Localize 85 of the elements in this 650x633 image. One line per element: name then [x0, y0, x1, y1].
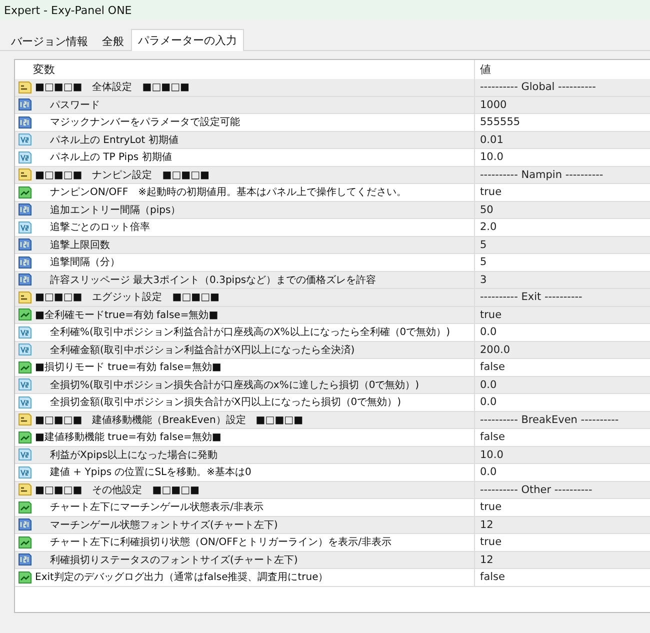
parameter-name: 全損切金額(取引中ポジション損失合計がX円以上になったら損切（0で無効）): [50, 396, 402, 410]
parameter-value[interactable]: true: [474, 499, 650, 516]
parameter-name: パネル上の TP Pips 初期値: [50, 150, 172, 164]
window-title: Expert - Exy-Panel ONE: [4, 4, 132, 16]
boolean-type-icon: [18, 570, 32, 584]
decimal-type-icon: [18, 396, 32, 409]
tab[interactable]: パラメーターの入力: [131, 29, 244, 51]
string-type-icon: [18, 168, 32, 182]
parameter-name: 利益がXpips以上になった場合に発動: [50, 448, 218, 462]
parameter-name: ■□■□■ その他設定 ■□■□■: [35, 484, 200, 497]
parameter-value[interactable]: 3: [474, 272, 650, 288]
parameter-value[interactable]: ---------- BreakEven ----------: [474, 412, 650, 428]
parameter-name: 建値 + Ypips の位置にSLを移動。※基本は0: [50, 466, 252, 480]
parameter-value[interactable]: 0.0: [474, 376, 650, 393]
parameter-name: ■□■□■ 全体設定 ■□■□■: [35, 80, 190, 94]
parameter-name: 全利確%(取引中ポジション利益合計が口座残高のX%以上になったら全利確（0で無効）): [50, 326, 450, 340]
parameter-name: 利確損切りステータスのフォントサイズ(チャート左下): [50, 554, 298, 567]
boolean-type-icon: [18, 360, 32, 374]
decimal-type-icon: [18, 133, 32, 146]
parameter-name: 追撃間隔（分）: [50, 256, 120, 270]
parameter-value[interactable]: ---------- Global ----------: [474, 79, 650, 96]
parameter-value[interactable]: 12: [474, 552, 650, 568]
parameter-value[interactable]: false: [474, 569, 650, 586]
parameter-name: ■建値移動機能 true=有効 false=無効■: [35, 430, 222, 444]
parameter-value[interactable]: ---------- Other ----------: [474, 482, 650, 498]
tab[interactable]: 全般: [95, 31, 131, 50]
string-type-icon: [18, 483, 32, 496]
boolean-type-icon: [18, 430, 32, 444]
parameter-name: ナンピンON/OFF ※起動時の初期値用。基本はパネル上で操作してください。: [50, 186, 406, 200]
decimal-type-icon: [18, 150, 32, 164]
parameter-name: マジックナンバーをパラメータで設定可能: [50, 116, 240, 130]
parameter-value[interactable]: ---------- Exit ----------: [474, 289, 650, 306]
parameter-value[interactable]: 5: [474, 236, 650, 253]
decimal-type-icon: [18, 378, 32, 392]
string-type-icon: [18, 413, 32, 426]
parameter-name: パネル上の EntryLot 初期値: [50, 134, 178, 147]
parameter-name: 追加エントリー間隔（pips）: [50, 204, 181, 217]
string-type-icon: [18, 80, 32, 94]
string-type-icon: [18, 290, 32, 304]
parameter-name: ■□■□■ エグジット設定 ■□■□■: [35, 290, 220, 304]
parameter-name: Exit判定のデバッグログ出力（通常はfalse推奨、調査用にtrue）: [35, 570, 328, 584]
decimal-type-icon: [18, 448, 32, 462]
boolean-type-icon: [18, 308, 32, 322]
parameter-name: マーチンゲール状態フォントサイズ(チャート左下): [50, 518, 278, 532]
boolean-type-icon: [18, 536, 32, 549]
parameter-name: パスワード: [50, 98, 100, 112]
parameter-value[interactable]: 0.0: [474, 324, 650, 340]
parameter-value[interactable]: ---------- Nampin ----------: [474, 166, 650, 183]
parameter-value[interactable]: 10.0: [474, 149, 650, 166]
parameter-value[interactable]: 2.0: [474, 219, 650, 236]
decimal-type-icon: [18, 343, 32, 356]
parameter-value[interactable]: 12: [474, 516, 650, 533]
parameter-name: ■□■□■ 建値移動機能（BreakEven）設定 ■□■□■: [35, 414, 304, 427]
decimal-type-icon: [18, 466, 32, 479]
parameter-value[interactable]: 1000: [474, 96, 650, 113]
parameter-name: 全利確金額(取引中ポジション利益合計がX円以上になったら全決済): [50, 344, 355, 357]
boolean-type-icon: [18, 186, 32, 199]
decimal-type-icon: [18, 220, 32, 234]
parameter-name: 全損切%(取引中ポジション損失合計が口座残高のx%に達したら損切（0で無効）): [50, 378, 420, 392]
parameter-value[interactable]: 10.0: [474, 446, 650, 463]
parameter-name: ■全利確モードtrue=有効 false=無効■: [35, 308, 218, 322]
parameter-value[interactable]: 5: [474, 254, 650, 270]
parameter-value[interactable]: 0.0: [474, 394, 650, 410]
parameter-name: 追撃ごとのロット倍率: [50, 220, 150, 234]
parameter-name: ■損切りモード true=有効 false=無効■: [35, 360, 222, 374]
tab[interactable]: バージョン情報: [4, 31, 95, 50]
column-header[interactable]: 変数: [15, 60, 474, 79]
parameter-value[interactable]: true: [474, 534, 650, 550]
parameter-value[interactable]: true: [474, 184, 650, 200]
parameter-value[interactable]: 0.01: [474, 132, 650, 148]
boolean-type-icon: [18, 500, 32, 514]
parameter-value[interactable]: true: [474, 306, 650, 323]
parameter-name: ■□■□■ ナンピン設定 ■□■□■: [35, 168, 210, 182]
parameter-name: 追撃上限回数: [50, 238, 110, 252]
parameter-value[interactable]: 555555: [474, 114, 650, 130]
parameter-value[interactable]: 200.0: [474, 342, 650, 358]
parameter-name: チャート左下に利確損切り状態（ON/OFFとトリガーライン）を表示/非表示: [50, 536, 392, 550]
parameter-value[interactable]: 50: [474, 202, 650, 218]
parameter-value[interactable]: 0.0: [474, 464, 650, 480]
decimal-type-icon: [18, 326, 32, 339]
integer-type-icon: [18, 98, 32, 112]
parameter-value[interactable]: false: [474, 359, 650, 376]
parameter-name: チャート左下にマーチンゲール状態表示/非表示: [50, 500, 264, 514]
parameter-name: 許容スリッページ 最大3ポイント（0.3pipsなど）までの価格ズレを許容: [50, 274, 376, 287]
parameter-value[interactable]: false: [474, 429, 650, 446]
